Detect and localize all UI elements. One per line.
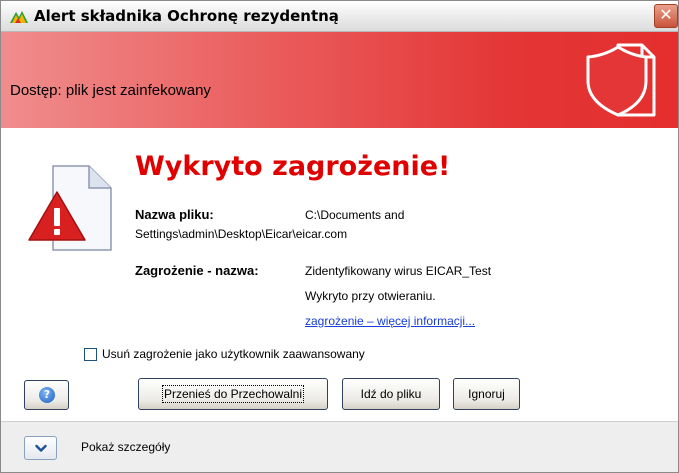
advanced-user-checkbox[interactable] [84,347,97,361]
more-info-link[interactable]: zagrożenie – więcej informacji... [305,314,475,328]
shield-document-icon [586,43,656,117]
warning-document-icon [28,165,112,251]
advanced-user-checkbox-label: Usuń zagrożenie jako użytkownik zaawanso… [102,347,365,361]
help-button[interactable]: ? [24,380,69,410]
detection-context-text: Wykryto przy otwieraniu. [305,289,436,303]
alert-header: Dostęp: plik jest zainfekowany [1,32,678,128]
threat-name-value: Zidentyfikowany wirus EICAR_Test [305,264,492,278]
details-footer: Pokaż szczegóły [1,421,678,472]
go-to-file-label: Idź do pliku [360,387,422,401]
close-button[interactable]: ✕ [654,4,678,28]
window-title: Alert składnika Ochronę rezydentną [34,7,339,25]
ignore-button[interactable]: Ignoruj [453,378,520,410]
file-name-value-line1: C:\Documents and [305,208,405,222]
avg-logo-icon [10,11,28,23]
show-details-label[interactable]: Pokaż szczegóły [81,440,170,454]
close-icon: ✕ [659,5,673,24]
header-status-text: Dostęp: plik jest zainfekowany [10,82,211,99]
move-to-vault-button[interactable]: Przenieś do Przechowalni [138,378,328,410]
file-name-value-line2: Settings\admin\Desktop\Eicar\eicar.com [135,227,348,241]
threat-detected-headline: Wykryto zagrożenie! [135,151,451,182]
alert-window: Alert składnika Ochronę rezydentną ✕ Dos… [0,0,679,473]
threat-name-label: Zagrożenie - nazwa: [135,263,259,278]
title-bar[interactable]: Alert składnika Ochronę rezydentną ✕ [1,1,678,32]
file-name-label: Nazwa pliku: [135,207,214,222]
move-to-vault-label: Przenieś do Przechowalni [161,385,305,403]
ignore-label: Ignoruj [468,387,505,401]
go-to-file-button[interactable]: Idź do pliku [342,378,440,410]
help-icon: ? [39,387,55,403]
expand-details-button[interactable] [24,436,57,460]
advanced-user-option[interactable]: Usuń zagrożenie jako użytkownik zaawanso… [84,347,365,361]
chevron-down-icon [35,444,47,452]
